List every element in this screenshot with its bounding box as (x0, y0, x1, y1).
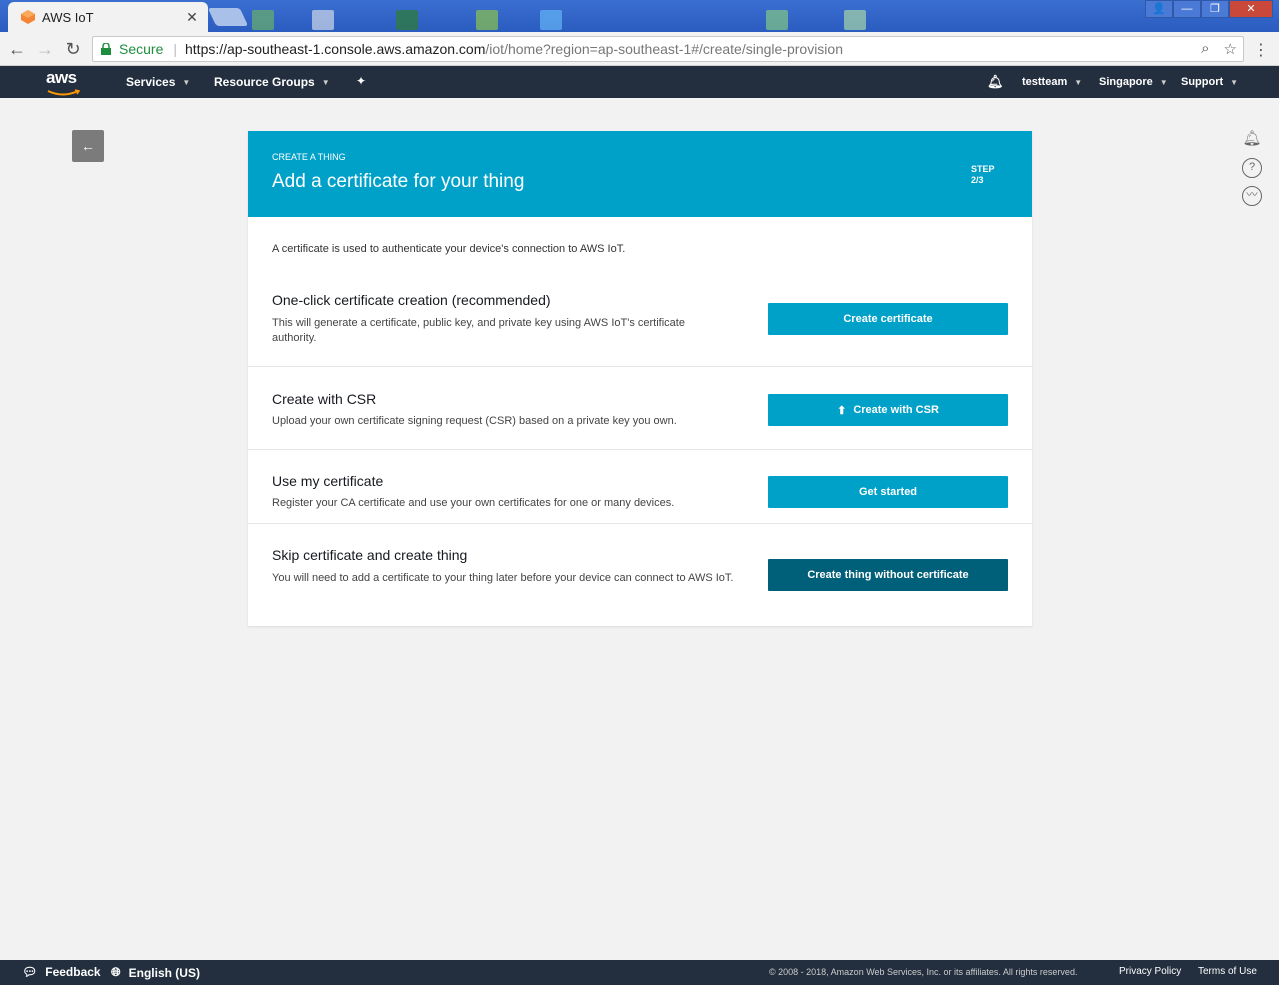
chevron-down-icon: ▼ (1230, 77, 1239, 87)
option-skip-certificate: Skip certificate and create thing You wi… (248, 523, 1032, 626)
region-label: Singapore (1099, 76, 1153, 88)
restore-button[interactable]: ❐ (1201, 0, 1229, 18)
region-menu[interactable]: Singapore ▼ (1099, 76, 1168, 88)
feedback-label: Feedback (45, 965, 101, 979)
url-path: /iot/home?region=ap-southeast-1#/create/… (485, 41, 843, 57)
step-value: 2/3 (971, 175, 984, 185)
resource-groups-label: Resource Groups (214, 75, 315, 89)
support-label: Support (1181, 76, 1224, 88)
user-icon[interactable]: 👤 (1145, 0, 1173, 18)
option-one-click: One-click certificate creation (recommen… (248, 281, 1032, 366)
forward-arrow-icon[interactable]: → (34, 38, 56, 60)
create-thing-without-certificate-button[interactable]: Create thing without certificate (768, 559, 1008, 591)
card-header: CREATE A THING Add a certificate for you… (248, 131, 1032, 217)
aws-iot-favicon-icon (21, 10, 35, 24)
account-menu[interactable]: testteam ▼ (1022, 76, 1082, 88)
close-window-button[interactable]: ✕ (1229, 0, 1273, 18)
zoom-icon[interactable]: ⌕ (1201, 40, 1209, 58)
browser-menu-icon[interactable]: ⋮ (1253, 40, 1269, 60)
notifications-bell-icon[interactable]: 🔔︎ (987, 74, 1004, 90)
chevron-down-icon: ▼ (182, 77, 191, 87)
language-selector[interactable]: 🌐︎ English (US) (111, 965, 200, 980)
option-title: Use my certificate (272, 473, 384, 489)
upload-icon: ⬆ (837, 404, 847, 417)
aws-logo-text: aws (46, 68, 77, 87)
create-thing-card: CREATE A THING Add a certificate for you… (248, 131, 1032, 626)
support-menu[interactable]: Support ▼ (1181, 76, 1238, 88)
page-title: Add a certificate for your thing (272, 171, 525, 192)
side-utility-icons: 🔔︎ ? 〰 (1242, 130, 1262, 206)
aws-logo[interactable]: aws (46, 68, 86, 96)
back-arrow-icon[interactable]: ← (6, 38, 28, 60)
privacy-policy-link[interactable]: Privacy Policy (1119, 966, 1181, 977)
option-create-with-csr: Create with CSR Upload your own certific… (248, 366, 1032, 449)
option-title: One-click certificate creation (recommen… (272, 292, 551, 308)
url-separator: | (173, 41, 177, 57)
option-title: Create with CSR (272, 391, 377, 407)
aws-smile-icon (47, 89, 81, 96)
services-label: Services (126, 75, 176, 89)
step-label: STEP (971, 164, 995, 174)
arrow-left-icon: ← (81, 138, 95, 154)
get-started-button[interactable]: Get started (768, 476, 1008, 508)
header-kicker: CREATE A THING (272, 152, 346, 162)
browser-titlebar: AWS IoT ✕ 👤 — ❐ ✕ (0, 0, 1279, 32)
window-controls: 👤 — ❐ ✕ (1145, 0, 1273, 18)
reload-icon[interactable]: ↻ (62, 38, 84, 60)
bell-icon[interactable]: 🔔︎ (1242, 130, 1262, 150)
option-description: Upload your own certificate signing requ… (272, 415, 677, 427)
footer: 💬︎ Feedback 🌐︎ English (US) © 2008 - 201… (0, 960, 1279, 985)
secure-label: Secure (119, 41, 164, 57)
bookmark-star-icon[interactable]: ☆ (1224, 40, 1237, 58)
intro-text: A certificate is used to authenticate yo… (272, 243, 626, 255)
help-icon[interactable]: ? (1242, 158, 1262, 178)
omnibox-icons: ⌕ ☆ (1201, 40, 1237, 58)
resource-groups-menu[interactable]: Resource Groups ▼ (214, 75, 330, 89)
new-tab-button[interactable] (207, 8, 249, 26)
chevron-down-icon: ▼ (1159, 77, 1168, 87)
speech-bubble-icon: 💬︎ (22, 965, 38, 979)
option-description: You will need to add a certificate to yo… (272, 572, 734, 584)
copyright-text: © 2008 - 2018, Amazon Web Services, Inc.… (769, 967, 1078, 977)
option-title: Skip certificate and create thing (272, 547, 468, 563)
lock-icon (101, 43, 111, 55)
create-with-csr-button[interactable]: ⬆ Create with CSR (768, 394, 1008, 426)
services-menu[interactable]: Services ▼ (126, 75, 190, 89)
aws-top-nav: aws Services ▼ Resource Groups ▼ ✦ 🔔︎ te… (0, 66, 1279, 98)
back-button[interactable]: ← (72, 130, 104, 162)
activity-icon[interactable]: 〰 (1242, 186, 1262, 206)
create-certificate-button[interactable]: Create certificate (768, 303, 1008, 335)
url-input[interactable]: Secure | https://ap-southeast-1.console.… (92, 36, 1244, 62)
language-label: English (US) (128, 965, 200, 980)
pin-icon[interactable]: ✦ (356, 74, 366, 88)
option-description: Register your CA certificate and use you… (272, 497, 675, 509)
option-description: This will generate a certificate, public… (272, 317, 685, 344)
address-bar: ← → ↻ Secure | https://ap-southeast-1.co… (0, 32, 1279, 66)
terms-of-use-link[interactable]: Terms of Use (1198, 966, 1257, 977)
chevron-down-icon: ▼ (1074, 77, 1083, 87)
option-use-my-certificate: Use my certificate Register your CA cert… (248, 449, 1032, 523)
create-with-csr-label: Create with CSR (853, 404, 939, 416)
background-window-icons (250, 6, 890, 30)
url-host: https://ap-southeast-1.console.aws.amazo… (185, 41, 486, 57)
chevron-down-icon: ▼ (321, 77, 330, 87)
feedback-link[interactable]: 💬︎ Feedback (22, 965, 101, 979)
minimize-button[interactable]: — (1173, 0, 1201, 18)
account-label: testteam (1022, 76, 1068, 88)
tab-close-icon[interactable]: ✕ (184, 9, 200, 26)
browser-tab[interactable]: AWS IoT ✕ (8, 2, 208, 32)
globe-icon: 🌐︎ (111, 965, 121, 979)
tab-title: AWS IoT (42, 9, 94, 25)
